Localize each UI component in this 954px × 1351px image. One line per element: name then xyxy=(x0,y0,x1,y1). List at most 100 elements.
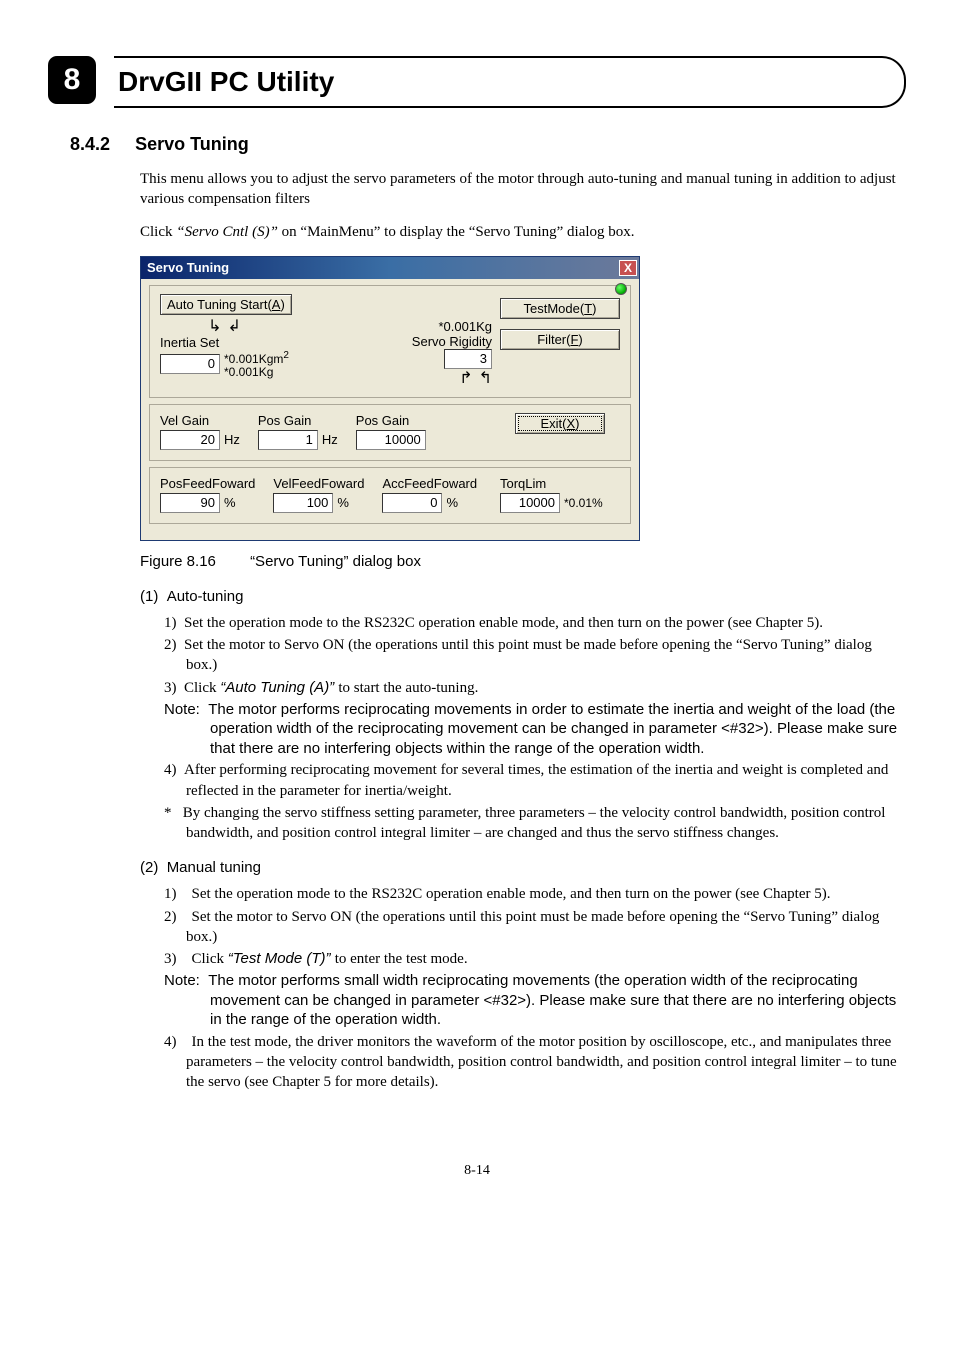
figure-caption-text: “Servo Tuning” dialog box xyxy=(250,553,421,570)
star-unit-kg: *0.001Kg xyxy=(439,319,493,334)
auto-step-1: 1) Set the operation mode to the RS232C … xyxy=(164,613,906,633)
text-b: to enter the test mode. xyxy=(335,951,468,967)
vel-ff-unit: % xyxy=(337,495,349,510)
test-mode-button[interactable]: TestMode(T) xyxy=(500,298,620,319)
vel-ff-input[interactable]: 100 xyxy=(273,493,333,513)
auto-title: Auto-tuning xyxy=(167,588,244,605)
manual-step-2: 2) Set the motor to Servo ON (the operat… xyxy=(164,907,906,948)
pos-ff-unit: % xyxy=(224,495,236,510)
pos-gain-unit: Hz xyxy=(322,432,338,447)
close-icon[interactable]: X xyxy=(619,260,637,276)
inertia-unit: *0.001Kgm2 *0.001Kg xyxy=(224,350,289,379)
star-mark: * xyxy=(164,805,172,821)
torq-lim-label: TorqLim xyxy=(500,476,620,491)
panel-feedforward: PosFeedFoward 90 % VelFeedFoward 100 % xyxy=(149,467,631,524)
btn-text: Auto Tuning Start( xyxy=(167,297,272,312)
btn-text-b: ) xyxy=(592,301,596,316)
manual-tuning-steps: 1) Set the operation mode to the RS232C … xyxy=(164,884,906,969)
arrow-down-icon: ↳ xyxy=(208,319,221,335)
inertia-unit-sup: 2 xyxy=(283,350,289,361)
auto-tuning-start-button[interactable]: Auto Tuning Start(A) xyxy=(160,294,292,315)
text-a: Click xyxy=(192,951,228,967)
vel-gain-label: Vel Gain xyxy=(160,413,240,428)
num: 4) xyxy=(164,1034,177,1050)
manual-title: Manual tuning xyxy=(167,859,261,876)
section-intro: This menu allows you to adjust the servo… xyxy=(140,169,906,242)
text: Set the motor to Servo ON (the operation… xyxy=(186,909,879,945)
text-q: “Test Mode (T)” xyxy=(228,950,335,967)
pos-gain2-label: Pos Gain xyxy=(356,413,426,428)
auto-star-note: * By changing the servo stiffness settin… xyxy=(164,803,906,844)
panel-auto-tuning: Auto Tuning Start(A) ↳ ↲ Inertia Set 0 xyxy=(149,285,631,398)
num: 4) xyxy=(164,762,177,778)
arrow-up-icon: ↱ xyxy=(459,371,472,387)
figure-caption: Figure 8.16 “Servo Tuning” dialog box xyxy=(140,553,906,570)
section-title: Servo Tuning xyxy=(135,134,249,154)
servo-rigidity-label: Servo Rigidity xyxy=(412,334,492,349)
manual-num: (2) xyxy=(140,859,158,876)
pos-ff-label: PosFeedFoward xyxy=(160,476,255,491)
auto-tuning-steps-cont: 4) After performing reciprocating moveme… xyxy=(164,760,906,801)
btn-mnemonic: T xyxy=(584,301,592,316)
text: Set the operation mode to the RS232C ope… xyxy=(184,615,823,631)
btn-mnemonic: X xyxy=(566,416,575,431)
text: Set the operation mode to the RS232C ope… xyxy=(192,886,831,902)
text-b: to start the auto-tuning. xyxy=(338,680,478,696)
torq-lim-input[interactable]: 10000 xyxy=(500,493,560,513)
intro-p2: Click “Servo Cntl (S)” on “MainMenu” to … xyxy=(140,222,906,242)
dialog-titlebar: Servo Tuning X xyxy=(141,257,639,279)
num: 1) xyxy=(164,886,177,902)
servo-tuning-dialog: Servo Tuning X Auto Tuning Start(A) ↳ ↲ xyxy=(140,256,640,541)
vel-gain-unit: Hz xyxy=(224,432,240,447)
auto-step-4: 4) After performing reciprocating moveme… xyxy=(164,760,906,801)
btn-text: Exit( xyxy=(540,416,566,431)
note-text: The motor performs reciprocating movemen… xyxy=(208,701,897,757)
auto-step-2: 2) Set the motor to Servo ON (the operat… xyxy=(164,635,906,676)
chapter-heading: 8 DrvGII PC Utility xyxy=(48,56,906,108)
status-led-icon xyxy=(615,283,627,295)
num: 3) xyxy=(164,680,177,696)
text: In the test mode, the driver monitors th… xyxy=(186,1034,897,1091)
auto-num: (1) xyxy=(140,588,158,605)
text: Set the motor to Servo ON (the operation… xyxy=(184,637,872,673)
auto-note: Note: The motor performs reciprocating m… xyxy=(164,700,906,759)
num: 3) xyxy=(164,951,177,967)
manual-note: Note: The motor performs small width rec… xyxy=(164,971,906,1030)
num: 2) xyxy=(164,637,177,653)
section-number: 8.4.2 xyxy=(70,134,110,154)
inertia-set-input[interactable]: 0 xyxy=(160,354,220,374)
btn-text-b: ) xyxy=(575,416,579,431)
vel-ff-label: VelFeedFoward xyxy=(273,476,364,491)
note-label: Note: xyxy=(164,701,200,718)
btn-text: TestMode( xyxy=(524,301,585,316)
arrow-down-icon: ↲ xyxy=(227,319,240,335)
dialog-title: Servo Tuning xyxy=(147,260,229,275)
num: 2) xyxy=(164,909,177,925)
filter-button[interactable]: Filter(F) xyxy=(500,329,620,350)
note-label: Note: xyxy=(164,972,200,989)
btn-text-b: ) xyxy=(280,297,284,312)
btn-text: Filter( xyxy=(537,332,570,347)
auto-tuning-heading: (1) Auto-tuning xyxy=(140,588,906,605)
num: 1) xyxy=(164,615,177,631)
arrow-up-icon: ↰ xyxy=(479,371,492,387)
acc-ff-input[interactable]: 0 xyxy=(382,493,442,513)
text-q: “Auto Tuning (A)” xyxy=(220,679,338,696)
section-heading: 8.4.2 Servo Tuning xyxy=(70,134,906,155)
manual-step-4: 4) In the test mode, the driver monitors… xyxy=(164,1032,906,1093)
text: After performing reciprocating movement … xyxy=(184,762,888,798)
vel-gain-input[interactable]: 20 xyxy=(160,430,220,450)
figure-number: Figure 8.16 xyxy=(140,553,216,570)
pos-gain-input[interactable]: 1 xyxy=(258,430,318,450)
pos-gain2-input[interactable]: 10000 xyxy=(356,430,426,450)
manual-step-3: 3) Click “Test Mode (T)” to enter the te… xyxy=(164,949,906,969)
dialog-figure: Servo Tuning X Auto Tuning Start(A) ↳ ↲ xyxy=(140,256,906,541)
page-number: 8-14 xyxy=(48,1163,906,1179)
btn-text-b: ) xyxy=(578,332,582,347)
servo-rigidity-input[interactable]: 3 xyxy=(444,349,492,369)
star-text: By changing the servo stiffness setting … xyxy=(183,805,886,841)
exit-button[interactable]: Exit(X) xyxy=(515,413,605,434)
acc-ff-unit: % xyxy=(446,495,458,510)
auto-step-3: 3) Click “Auto Tuning (A)” to start the … xyxy=(164,678,906,698)
pos-ff-input[interactable]: 90 xyxy=(160,493,220,513)
